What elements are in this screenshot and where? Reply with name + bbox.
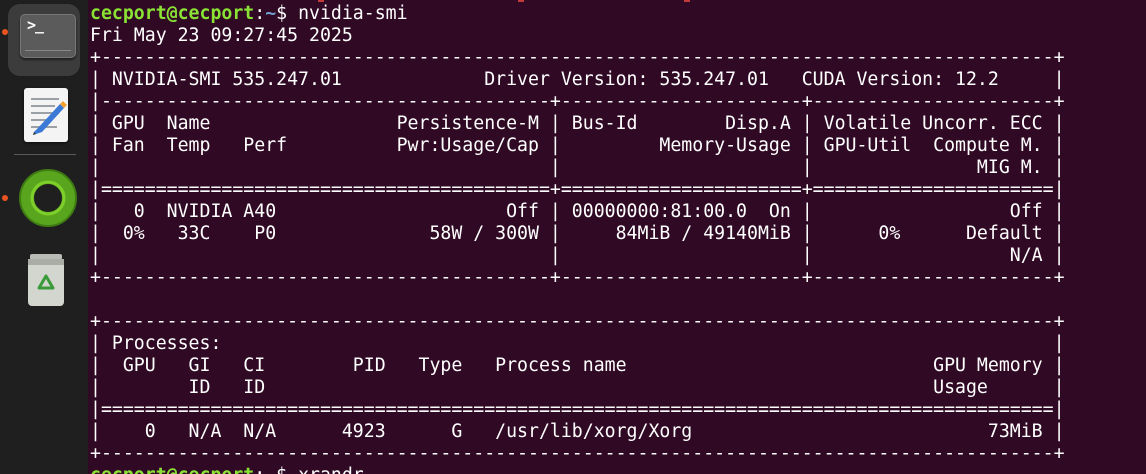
prompt-path: ~ — [265, 465, 276, 474]
running-indicator — [2, 195, 8, 201]
next-prompt-line: cecport@cecport:~$ xrandr — [90, 465, 364, 474]
terminal-icon: >_ — [20, 14, 76, 58]
output-line: |=======================================… — [90, 179, 1065, 200]
dock: >_ — [0, 0, 88, 474]
scrolled-text-fragment — [684, 0, 690, 2]
output-line: | 0 NVIDIA A40 Off | 00000000:81:00.0 On… — [90, 201, 1065, 222]
output-line: | 0 N/A N/A 4923 G /usr/lib/xorg/Xorg 73… — [90, 421, 1065, 442]
prompt-symbol: $ — [276, 465, 298, 474]
running-indicator — [2, 29, 8, 35]
output-line: | Fan Temp Perf Pwr:Usage/Cap | Memory-U… — [90, 135, 1065, 156]
terminal-window[interactable]: cecport@cecport:~$ nvidia-smi Fri May 23… — [88, 0, 1146, 474]
scrolled-text-fragment — [518, 0, 524, 2]
prompt-path: ~ — [265, 3, 277, 24]
output-line: |---------------------------------------… — [90, 91, 1065, 112]
output-line: +---------------------------------------… — [90, 311, 1065, 332]
prompt-symbol: $ — [276, 3, 299, 24]
scrolled-text-fragment — [318, 0, 324, 2]
terminal-icon-prompt: >_ — [27, 16, 44, 34]
dock-terminal[interactable]: >_ — [8, 4, 80, 76]
output-line: +---------------------------------------… — [90, 443, 1065, 464]
pencil-icon — [33, 101, 67, 135]
date-line: Fri May 23 09:27:45 2025 — [90, 25, 353, 46]
command-text: nvidia-smi — [298, 3, 408, 24]
output-line: | | | MIG M. | — [90, 157, 1065, 178]
output-line: | NVIDIA-SMI 535.247.01 Driver Version: … — [90, 69, 1065, 90]
dock-separator — [14, 154, 76, 155]
output-line: | | | N/A | — [90, 245, 1065, 266]
desktop-root: >_ cecport@cecport:~$ nvidia-smi Fri May… — [0, 0, 1146, 474]
command-text: xrandr — [298, 465, 364, 474]
prompt-user-host: cecport@cecport — [90, 465, 254, 474]
output-line: +---------------------------------------… — [90, 267, 1065, 288]
text-editor-icon — [24, 88, 68, 142]
output-line: | GPU GI CI PID Type Process name GPU Me… — [90, 355, 1065, 376]
prompt-user-host: cecport@cecport — [90, 3, 255, 24]
trash-icon — [28, 254, 64, 306]
output-line: | 0% 33C P0 58W / 300W | 84MiB / 49140Mi… — [90, 223, 1065, 244]
output-line: |=======================================… — [90, 399, 1065, 420]
green-app-icon — [19, 169, 77, 227]
output-line: | ID ID Usage | — [90, 377, 1065, 398]
output-line: | GPU Name Persistence-M | Bus-Id Disp.A… — [90, 113, 1065, 134]
prompt-line: cecport@cecport:~$ nvidia-smi — [90, 3, 408, 24]
output-line: +---------------------------------------… — [90, 47, 1065, 68]
output-line: | Processes: | — [90, 333, 1065, 354]
